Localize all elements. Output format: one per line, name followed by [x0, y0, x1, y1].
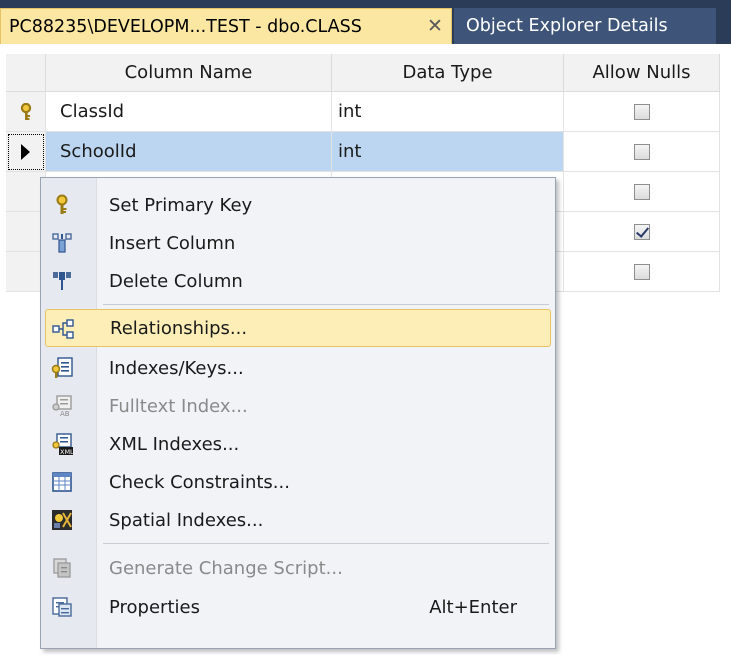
column-name-cell[interactable]: SchoolId: [46, 132, 332, 172]
menu-item-label: Set Primary Key: [109, 194, 253, 216]
close-icon[interactable]: ✕: [427, 16, 443, 36]
column-name-header[interactable]: Column Name: [46, 54, 332, 92]
allow-nulls-checkbox[interactable]: [633, 263, 650, 280]
data-type-header[interactable]: Data Type: [332, 54, 564, 92]
menu-separator: [103, 304, 549, 305]
allow-nulls-checkbox[interactable]: [633, 103, 650, 120]
properties-icon: [52, 597, 72, 617]
indexes-keys-icon: [51, 357, 73, 378]
xml-indexes-icon: XML: [52, 433, 73, 455]
context-menu: Set Primary Key Insert Column Delete Col…: [40, 177, 556, 649]
generate-script-icon: [53, 558, 71, 578]
allow-nulls-checkbox[interactable]: [633, 223, 650, 240]
menu-item-label: Indexes/Keys...: [109, 357, 244, 379]
focus-rectangle: [8, 134, 44, 170]
menu-item-label: XML Indexes...: [109, 433, 240, 455]
menu-item-label: Fulltext Index...: [109, 395, 248, 417]
menu-separator: [103, 543, 549, 544]
row-selector[interactable]: [6, 132, 46, 172]
key-icon: [20, 102, 31, 120]
allow-nulls-checkbox[interactable]: [633, 143, 650, 160]
allow-nulls-cell: [564, 172, 720, 212]
allow-nulls-checkbox[interactable]: [633, 183, 650, 200]
allow-nulls-cell: [564, 252, 720, 292]
data-type-cell[interactable]: int: [332, 132, 564, 172]
tab-object-explorer-details-label: Object Explorer Details: [466, 16, 668, 36]
allow-nulls-header[interactable]: Allow Nulls: [564, 54, 720, 92]
data-type-cell[interactable]: int: [332, 92, 564, 132]
column-name-cell[interactable]: ClassId: [46, 92, 332, 132]
menu-item-label: Generate Change Script...: [109, 557, 343, 579]
menu-item-label: Properties: [109, 596, 200, 618]
row-header-corner: [6, 54, 46, 92]
tab-object-explorer-details[interactable]: Object Explorer Details: [454, 8, 716, 44]
svg-text:XML: XML: [60, 448, 73, 455]
fulltext-index-icon: AB: [52, 395, 72, 417]
menu-item-insert-column[interactable]: Insert Column: [45, 224, 551, 262]
menu-item-label: Relationships...: [110, 317, 248, 339]
menu-item-label: Spatial Indexes...: [109, 509, 264, 531]
document-tab-strip: PC88235\DEVELOPM...TEST - dbo.CLASS ✕ Ob…: [0, 0, 731, 44]
menu-item-label: Check Constraints...: [109, 471, 290, 493]
table-row[interactable]: SchoolId int: [6, 132, 720, 172]
menu-item-spatial-indexes[interactable]: Spatial Indexes...: [45, 501, 551, 539]
table-row[interactable]: ClassId int: [6, 92, 720, 132]
allow-nulls-cell: [564, 212, 720, 252]
menu-item-set-primary-key[interactable]: Set Primary Key: [45, 186, 551, 224]
menu-item-properties[interactable]: Properties Alt+Enter: [45, 588, 551, 626]
tab-table-designer[interactable]: PC88235\DEVELOPM...TEST - dbo.CLASS ✕: [0, 8, 452, 44]
menu-item-generate-change-script[interactable]: Generate Change Script...: [45, 549, 551, 587]
relationships-icon: [52, 319, 74, 339]
menu-item-indexes-keys[interactable]: Indexes/Keys...: [45, 349, 551, 387]
svg-text:AB: AB: [60, 410, 70, 417]
menu-item-fulltext-index[interactable]: AB Fulltext Index...: [45, 387, 551, 425]
primary-key-icon: [56, 194, 68, 214]
insert-column-icon: [52, 233, 72, 253]
menu-item-xml-indexes[interactable]: XML XML Indexes...: [45, 425, 551, 463]
spatial-indexes-icon: [52, 510, 72, 530]
tab-table-designer-label: PC88235\DEVELOPM...TEST - dbo.CLASS: [9, 16, 362, 37]
menu-item-shortcut: Alt+Enter: [429, 596, 517, 618]
allow-nulls-cell: [564, 132, 720, 172]
allow-nulls-cell: [564, 92, 720, 132]
menu-item-delete-column[interactable]: Delete Column: [45, 262, 551, 300]
menu-item-relationships[interactable]: Relationships...: [45, 309, 551, 347]
menu-item-check-constraints[interactable]: Check Constraints...: [45, 463, 551, 501]
check-constraints-icon: [52, 472, 72, 492]
delete-column-icon: [53, 272, 71, 290]
menu-item-label: Delete Column: [109, 270, 243, 292]
menu-item-label: Insert Column: [109, 232, 236, 254]
row-selector[interactable]: [6, 92, 46, 132]
